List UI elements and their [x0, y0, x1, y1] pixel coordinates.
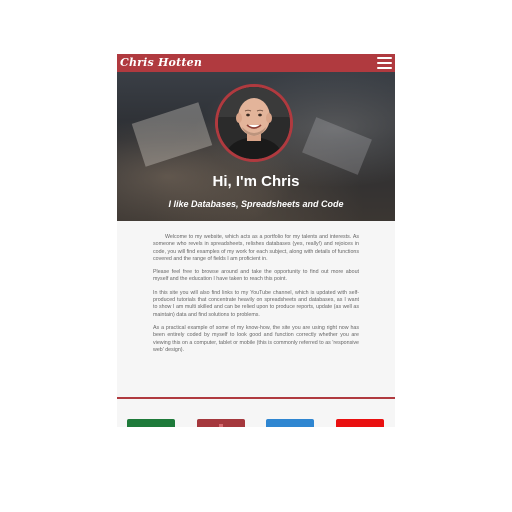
intro-paragraph: In this site you will also find links to… [153, 289, 359, 318]
youtube-icon[interactable] [336, 419, 384, 427]
section-divider [117, 397, 395, 399]
intro-paragraph: As a practical example of some of my kno… [153, 324, 359, 353]
hero-title: Hi, I'm Chris [212, 173, 300, 190]
intro-paragraph: Welcome to my website, which acts as a p… [153, 234, 359, 262]
intro-paragraph: Please feel free to browse around and ta… [153, 269, 359, 283]
database-icon-glyph [219, 424, 223, 427]
profile-photo [218, 87, 290, 159]
database-icon[interactable] [197, 419, 245, 427]
background-paper-shape [302, 117, 372, 175]
hero-banner: Hi, I'm Chris I like Databases, Spreadsh… [117, 72, 395, 221]
spreadsheet-icon[interactable] [127, 419, 175, 427]
code-icon-glyph [266, 419, 314, 427]
hero-subtitle: I like Databases, Spreadsheets and Code [168, 199, 344, 209]
hamburger-menu-icon[interactable] [377, 56, 392, 70]
code-icon[interactable] [266, 419, 314, 427]
site-brand[interactable]: Chris Hotten [120, 56, 202, 69]
intro-text: Welcome to my website, which acts as a p… [153, 234, 359, 360]
background-paper-shape [131, 102, 213, 167]
browser-viewport: Chris Hotten Hi, I'm Chris I like Databa… [117, 54, 395, 427]
avatar [215, 84, 293, 162]
navbar: Chris Hotten [117, 54, 395, 72]
